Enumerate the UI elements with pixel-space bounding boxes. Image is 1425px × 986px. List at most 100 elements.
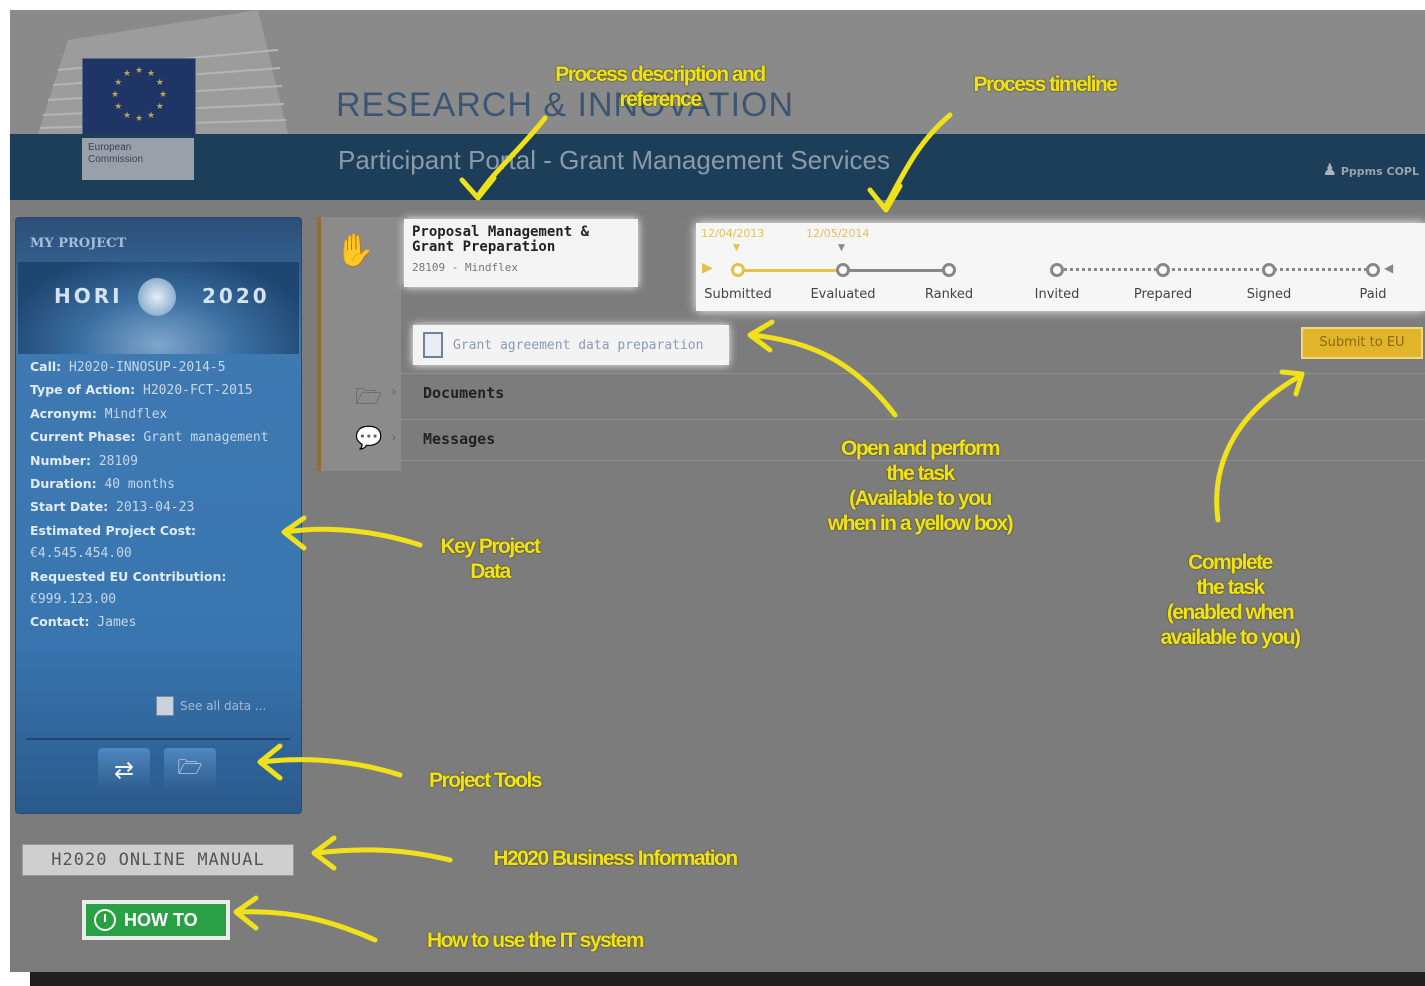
- field-value: Mindflex: [104, 406, 168, 422]
- documents-section[interactable]: 🗁 › Documents: [355, 373, 1425, 414]
- user-icon: ♟: [1322, 160, 1337, 179]
- timeline-node[interactable]: [1156, 263, 1170, 277]
- process-panel: ✋ Proposal Management & Grant Preparatio…: [317, 217, 1425, 471]
- field-label: Start Date:: [30, 499, 109, 515]
- horizon-sun-icon: [138, 278, 176, 316]
- grant-agreement-task[interactable]: Grant agreement data preparation: [413, 325, 729, 365]
- timeline-progress-line: [738, 269, 843, 272]
- document-icon: [423, 332, 443, 358]
- field-value: 40 months: [104, 477, 175, 493]
- annotation-line: the task: [1196, 576, 1265, 599]
- timeline-stage-label: Paid: [1359, 287, 1387, 302]
- annotation-line: when in a yellow box): [827, 512, 1014, 535]
- timeline-stage-label: Evaluated: [810, 287, 876, 302]
- timeline-node[interactable]: [836, 263, 850, 277]
- timeline-node[interactable]: [731, 263, 745, 277]
- chevron-right-icon: ›: [391, 384, 397, 400]
- timeline-node[interactable]: [942, 263, 956, 277]
- annotation-business-info: H2020 Business Information: [493, 847, 738, 870]
- see-all-data-link[interactable]: See all data ...: [156, 696, 266, 716]
- flag-star-icon: ★: [114, 102, 123, 112]
- project-field: Current Phase: Grant management: [30, 426, 292, 449]
- field-label: Estimated Project Cost:: [30, 522, 197, 538]
- project-field: Start Date: 2013-04-23: [30, 496, 292, 519]
- timeline-node[interactable]: [1050, 263, 1064, 277]
- project-field: Call: H2020-INNOSUP-2014-5: [30, 356, 292, 379]
- annotation-line: (enabled when: [1166, 601, 1295, 624]
- flag-star-icon: ★: [147, 110, 156, 121]
- how-to-button[interactable]: HOW TO: [82, 900, 230, 940]
- timeline-marker-icon: ▼: [733, 243, 740, 253]
- field-label: Duration:: [30, 476, 97, 492]
- folder-tool-button[interactable]: 🗁: [164, 748, 216, 792]
- timeline-stage-label: Invited: [1034, 287, 1080, 302]
- eu-flag-logo[interactable]: ★ ★ ★ ★ ★ ★ ★ ★ ★ ★ ★ ★: [82, 58, 196, 136]
- banner-text-right: 2020: [202, 284, 270, 308]
- timeline-node[interactable]: [1366, 263, 1380, 277]
- process-reference: 28109 - Mindflex: [412, 261, 518, 274]
- key-project-data: Call: H2020-INNOSUP-2014-5 Type of Action…: [30, 356, 292, 635]
- annotation-line: the task: [886, 462, 955, 485]
- panel-divider: [26, 738, 290, 740]
- documents-label: Documents: [423, 384, 505, 402]
- project-field: Estimated Project Cost: €4.545.454.00: [30, 520, 292, 566]
- header-band: Participant Portal - Grant Management Se…: [10, 134, 1425, 200]
- project-field: Duration: 40 months: [30, 473, 292, 496]
- field-label: Contact:: [30, 614, 90, 630]
- process-description[interactable]: Proposal Management & Grant Preparation …: [404, 219, 638, 287]
- annotation-complete-task: Complete the task (enabled when available t…: [1120, 550, 1340, 650]
- field-value: €4.545.454.00: [30, 546, 132, 562]
- timeline-line: [843, 269, 949, 272]
- horizon-2020-banner: HORI 2020: [18, 262, 299, 354]
- flag-star-icon: ★: [159, 90, 168, 100]
- field-value: H2020-INNOSUP-2014-5: [69, 360, 226, 375]
- user-menu[interactable]: ♟ Pppms COPL: [1323, 160, 1419, 179]
- folder-icon: 🗁: [355, 385, 383, 410]
- exchange-icon: ⇄: [113, 756, 135, 784]
- annotation-process-timeline: Process timeline: [973, 73, 1118, 96]
- annotation-process-description: Process description and reference: [555, 63, 766, 111]
- screenshot-frame: ★ ★ ★ ★ ★ ★ ★ ★ ★ ★ ★ ★ RESEARCH & INNOVATION Parti…: [0, 0, 1425, 986]
- bottom-bar: [30, 972, 1425, 986]
- timeline-date-label: 12/04/2013: [701, 227, 765, 240]
- flag-star-icon: ★: [114, 78, 123, 88]
- exchange-tool-button[interactable]: ⇄: [98, 748, 150, 792]
- timeline-stage-label: Submitted: [704, 287, 772, 302]
- timeline-end-icon: ◀: [1384, 261, 1394, 275]
- submit-to-eu-button[interactable]: Submit to EU: [1301, 327, 1423, 359]
- flag-star-icon: ★: [111, 90, 120, 100]
- user-name: Pppms COPL: [1340, 165, 1419, 178]
- flag-star-icon: ★: [123, 110, 132, 121]
- field-value: 2013-04-23: [116, 500, 195, 516]
- field-value: 28109: [98, 453, 138, 469]
- flag-star-icon: ★: [147, 69, 156, 80]
- online-manual-link[interactable]: H2020 ONLINE MANUAL: [22, 844, 294, 876]
- annotation-how-to-use: How to use the IT system: [426, 929, 645, 952]
- flag-star-icon: ★: [123, 69, 132, 80]
- messages-label: Messages: [423, 430, 496, 448]
- field-label: Number:: [30, 452, 91, 468]
- annotation-project-tools: Project Tools: [429, 769, 542, 792]
- task-link[interactable]: Grant agreement data preparation: [453, 338, 703, 353]
- annotation-open-task: Open and perform the task (Available to yo…: [790, 436, 1050, 536]
- timeline-stage-label: Ranked: [924, 287, 974, 302]
- my-project-panel: MY PROJECT HORI 2020 Call: H2020-INNOSUP…: [15, 217, 302, 814]
- european-commission-label: European Commission: [82, 138, 194, 180]
- annotation-line: Complete: [1188, 551, 1273, 574]
- folder-icon: 🗁: [177, 755, 203, 779]
- how-to-label: HOW TO: [124, 909, 198, 930]
- field-label: Current Phase:: [30, 429, 136, 445]
- flag-star-icon: ★: [155, 102, 164, 112]
- timeline-node[interactable]: [1262, 263, 1276, 277]
- site-subtitle: Participant Portal - Grant Management Se…: [338, 145, 891, 175]
- field-value: H2020-FCT-2015: [143, 383, 253, 399]
- field-value: €999.123.00: [30, 592, 117, 608]
- timeline-marker-icon: ▼: [838, 243, 845, 253]
- annotation-line: (Available to you: [849, 487, 992, 510]
- timeline-start-icon: ▶: [702, 260, 713, 276]
- annotation-line: Open and perform: [840, 437, 1001, 460]
- project-field: Requested EU Contribution: €999.123.00: [30, 566, 292, 612]
- handshake-icon: ✋: [335, 231, 375, 269]
- timeline-stage-label: Signed: [1246, 287, 1292, 302]
- field-label: Call:: [30, 359, 62, 374]
